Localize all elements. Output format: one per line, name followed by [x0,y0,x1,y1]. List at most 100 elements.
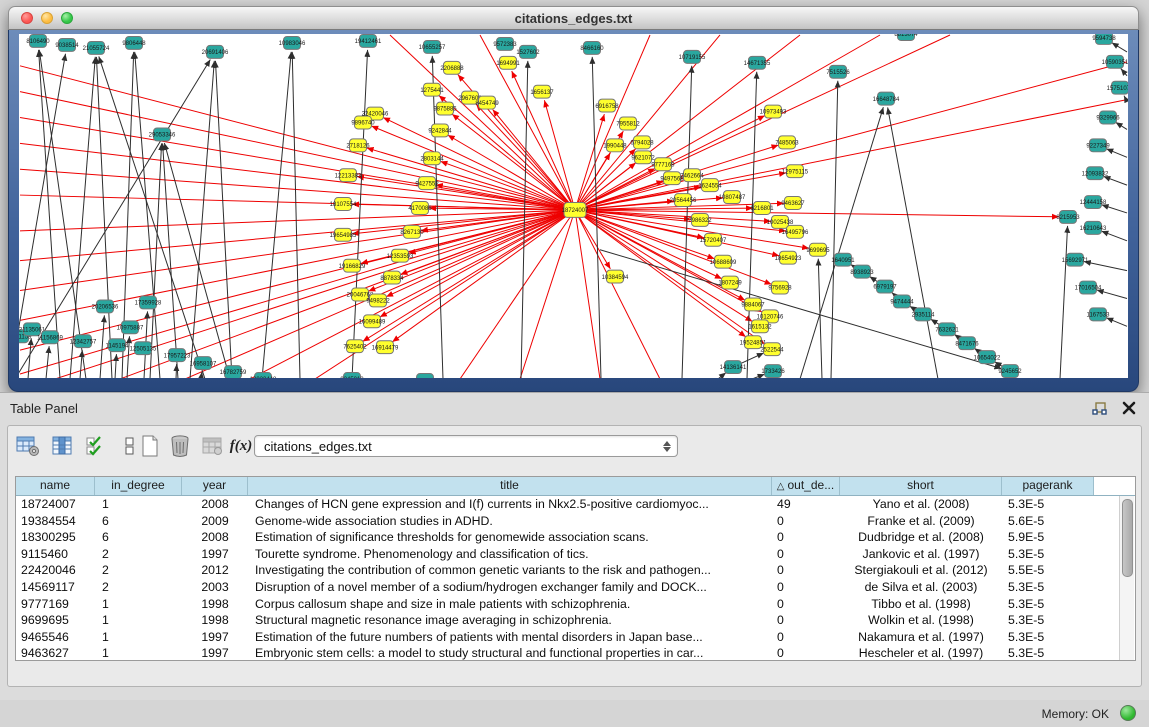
table-cell[interactable]: 9465546 [16,629,95,646]
table-cell[interactable]: 49 [772,496,840,513]
float-panel-icon[interactable] [1092,402,1107,416]
table-cell[interactable]: 9777169 [16,596,95,613]
table-cell[interactable]: Jankovic et al. (1997) [840,546,1002,563]
table-cell[interactable]: 6 [95,529,182,546]
table-cell[interactable]: de Silva et al. (2003) [840,579,1002,596]
table-cell[interactable]: 2008 [182,496,248,513]
table-cell[interactable]: 2009 [182,513,248,530]
table-cell[interactable]: 0 [772,513,840,530]
window-titlebar[interactable]: citations_edges.txt [8,6,1139,30]
table-cell[interactable]: 5.3E-5 [1002,645,1094,662]
table-row[interactable]: 977716911998Corpus callosum shape and si… [16,596,1135,613]
table-cell[interactable]: 0 [772,562,840,579]
close-panel-icon[interactable] [1122,401,1136,415]
table-cell[interactable]: 9463627 [16,645,95,662]
table-cell[interactable]: 1997 [182,645,248,662]
table-cell[interactable]: 0 [772,645,840,662]
table-cell[interactable]: 2003 [182,579,248,596]
table-cell[interactable]: 14569117 [16,579,95,596]
table-cell[interactable]: 5.5E-5 [1002,562,1094,579]
table-row[interactable]: 2242004622012Investigating the contribut… [16,562,1135,579]
table-cell[interactable]: Dudbridge et al. (2008) [840,529,1002,546]
table-cell[interactable]: Hescheler et al. (1997) [840,645,1002,662]
table-cell[interactable]: Structural magnetic resonance image aver… [248,612,772,629]
table-cell[interactable]: 5.3E-5 [1002,579,1094,596]
table-row[interactable]: 946362711997Embryonic stem cells: a mode… [16,645,1135,662]
table-cell[interactable]: 9699695 [16,612,95,629]
table-cell[interactable]: 5.3E-5 [1002,546,1094,563]
table-cell[interactable]: 0 [772,546,840,563]
table-cell[interactable]: 5.9E-5 [1002,529,1094,546]
table-cell[interactable]: 18724007 [16,496,95,513]
table-cell[interactable]: Disruption of a novel member of a sodium… [248,579,772,596]
table-row[interactable]: 1872400712008Changes of HCN gene express… [16,496,1135,513]
table-cell[interactable]: Tourette syndrome. Phenomenology and cla… [248,546,772,563]
import-table-icon[interactable] [198,432,226,460]
table-cell[interactable]: Changes of HCN gene expression and I(f) … [248,496,772,513]
column-header-short[interactable]: short [840,477,1002,495]
table-row[interactable]: 946554611997Estimation of the future num… [16,629,1135,646]
table-cell[interactable]: 2008 [182,529,248,546]
column-visibility-icon[interactable] [48,432,76,460]
table-cell[interactable]: Stergiakouli et al. (2012) [840,562,1002,579]
table-cell[interactable]: 2 [95,579,182,596]
table-cell[interactable]: Estimation of the future numbers of pati… [248,629,772,646]
table-cell[interactable]: 5.6E-5 [1002,513,1094,530]
table-cell[interactable]: 9115460 [16,546,95,563]
selection-mode-icon[interactable] [81,432,109,460]
table-cell[interactable]: 0 [772,612,840,629]
table-cell[interactable]: 1997 [182,629,248,646]
network-canvas[interactable]: 8106490903851421055724980644820691406109… [19,34,1128,378]
table-cell[interactable]: 1 [95,496,182,513]
table-cell[interactable]: 18300295 [16,529,95,546]
table-row[interactable]: 1456911722003Disruption of a novel membe… [16,579,1135,596]
column-header-out-de-[interactable]: △out_de... [772,477,840,495]
table-cell[interactable]: 1 [95,629,182,646]
table-cell[interactable]: 0 [772,629,840,646]
create-table-icon[interactable] [136,432,164,460]
table-cell[interactable]: 0 [772,579,840,596]
table-cell[interactable]: 1 [95,596,182,613]
table-cell[interactable]: Embryonic stem cells: a model to study s… [248,645,772,662]
table-cell[interactable]: Tibbo et al. (1998) [840,596,1002,613]
table-cell[interactable]: 5.3E-5 [1002,496,1094,513]
table-cell[interactable]: Franke et al. (2009) [840,513,1002,530]
column-header-in-degree[interactable]: in_degree [95,477,182,495]
table-cell[interactable]: Corpus callosum shape and size in male p… [248,596,772,613]
table-cell[interactable]: 19384554 [16,513,95,530]
table-cell[interactable]: Genome-wide association studies in ADHD. [248,513,772,530]
table-settings-icon[interactable] [14,432,42,460]
table-cell[interactable]: 5.3E-5 [1002,612,1094,629]
table-selector-dropdown[interactable]: citations_edges.txt [254,435,678,457]
table-cell[interactable]: 22420046 [16,562,95,579]
table-cell[interactable]: 5.3E-5 [1002,629,1094,646]
vertical-scrollbar[interactable] [1119,496,1134,660]
column-header-pagerank[interactable]: pagerank [1002,477,1094,495]
table-cell[interactable]: 5.3E-5 [1002,596,1094,613]
table-cell[interactable]: 1 [95,645,182,662]
table-row[interactable]: 1938455462009Genome-wide association stu… [16,513,1135,530]
table-cell[interactable]: Yano et al. (2008) [840,496,1002,513]
table-cell[interactable]: 2012 [182,562,248,579]
column-header-year[interactable]: year [182,477,248,495]
table-cell[interactable]: 0 [772,529,840,546]
table-cell[interactable]: Nakamura et al. (1997) [840,629,1002,646]
scrollbar-thumb[interactable] [1122,499,1133,577]
table-cell[interactable]: Wolkin et al. (1998) [840,612,1002,629]
table-row[interactable]: 969969511998Structural magnetic resonanc… [16,612,1135,629]
table-cell[interactable]: 1998 [182,596,248,613]
table-cell[interactable]: 0 [772,596,840,613]
table-cell[interactable]: 1 [95,612,182,629]
table-cell[interactable]: Investigating the contribution of common… [248,562,772,579]
table-cell[interactable]: 6 [95,513,182,530]
table-cell[interactable]: Estimation of significance thresholds fo… [248,529,772,546]
table-row[interactable]: 1830029562008Estimation of significance … [16,529,1135,546]
delete-table-icon[interactable] [166,432,194,460]
function-builder-icon[interactable]: f(x) [226,432,256,460]
table-cell[interactable]: 1998 [182,612,248,629]
column-header-name[interactable]: name [16,477,95,495]
table-cell[interactable]: 2 [95,546,182,563]
table-cell[interactable]: 1997 [182,546,248,563]
table-cell[interactable]: 2 [95,562,182,579]
table-row[interactable]: 911546021997Tourette syndrome. Phenomeno… [16,546,1135,563]
